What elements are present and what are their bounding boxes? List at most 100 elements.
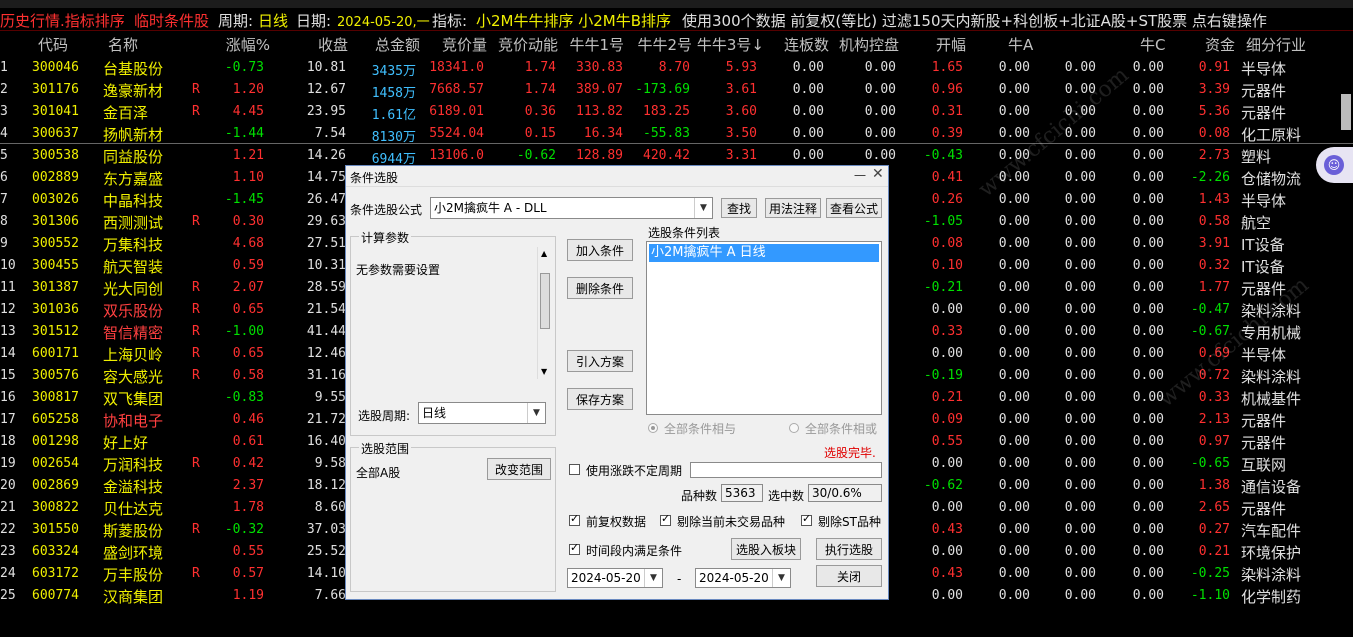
radio-or[interactable] (789, 423, 799, 433)
list-item[interactable]: 小2M擒疯牛 A 日线 (649, 244, 879, 262)
cell-na: 0.00 (998, 280, 1030, 295)
cell-na: 0.00 (998, 522, 1030, 537)
dialog-titlebar[interactable]: 条件选股 一 ✕ (346, 166, 888, 187)
cell-idx: 17 (0, 412, 16, 427)
column-header[interactable]: 细分行业 (1246, 34, 1316, 54)
column-header[interactable]: 开幅 (934, 34, 966, 54)
params-scroll-thumb[interactable] (540, 273, 550, 329)
column-header[interactable]: 资金 (1199, 34, 1235, 54)
save-plan-button[interactable]: 保存方案 (567, 388, 633, 410)
cell-ind: 元器件 (1241, 500, 1287, 518)
delete-condition-button[interactable]: 删除条件 (567, 277, 633, 299)
import-plan-button[interactable]: 引入方案 (567, 350, 633, 372)
date-to-picker[interactable]: 2024-05-20 ▼ (695, 568, 791, 588)
close-icon[interactable]: ✕ (872, 166, 884, 182)
column-header[interactable]: 连板数 (779, 34, 829, 54)
fq-checkbox[interactable] (569, 512, 580, 526)
cell-code: 300046 (32, 60, 79, 75)
use-range-checkbox[interactable] (569, 464, 580, 475)
time-range-label: 时间段内满足条件 (586, 544, 683, 558)
chevron-down-icon[interactable]: ▼ (541, 367, 547, 376)
chevron-down-icon[interactable]: ▼ (694, 198, 712, 218)
cell-name: 好上好 (103, 434, 149, 452)
column-header[interactable]: 牛C (1140, 34, 1165, 54)
cell-kf: 0.09 (931, 412, 963, 427)
to-block-button[interactable]: 选股入板块 (731, 538, 801, 560)
cell-jg: 0.00 (864, 82, 896, 97)
table-row[interactable]: 2 301176 逸豪新材 R 1.20 12.67 1458万 7668.57 1.74 389… (0, 79, 1353, 101)
condition-list[interactable]: 小2M擒疯牛 A 日线 (646, 241, 882, 415)
cell-kf: -1.05 (923, 214, 963, 229)
cell-nc: 0.00 (1132, 280, 1164, 295)
date-from-picker[interactable]: 2024-05-20 ▼ (567, 568, 663, 588)
table-row[interactable]: 5 300538 同益股份 1.21 14.26 6944万 13106.0 -0.62 128… (0, 145, 1353, 167)
minimize-icon[interactable]: 一 (854, 167, 866, 184)
column-header[interactable]: 牛牛2号 (636, 34, 692, 54)
find-button[interactable]: 查找 (721, 198, 757, 218)
cell-close: 28.59 (306, 280, 346, 295)
cell-idx: 20 (0, 478, 16, 493)
cell-fund: 3.91 (1198, 236, 1230, 251)
table-row[interactable]: 1 300046 台基股份 -0.73 10.81 3435万 18341.0 1.74 330… (0, 57, 1353, 79)
cell-bidvol: 7668.57 (429, 82, 484, 97)
usage-note-button[interactable]: 用法注释 (765, 198, 821, 218)
cell-idx: 8 (0, 214, 8, 229)
exclude-st-checkbox[interactable] (801, 512, 812, 526)
chevron-up-icon[interactable]: ▲ (541, 249, 547, 258)
period-select[interactable]: 日线 ▼ (418, 402, 546, 424)
exclude-no-trade-checkbox[interactable] (660, 512, 671, 526)
cell-jg: 0.00 (864, 126, 896, 141)
cell-nc: 0.00 (1132, 214, 1164, 229)
floating-assistant-widget[interactable]: ☺ (1316, 147, 1353, 183)
column-header[interactable]: 牛A (1008, 34, 1033, 54)
cell-kf: 0.08 (931, 236, 963, 251)
column-header[interactable]: 机构控盘 (833, 34, 899, 54)
column-header[interactable]: 代码 (38, 34, 78, 54)
cell-nc: 0.00 (1132, 346, 1164, 361)
range-period-input[interactable] (690, 462, 882, 478)
cell-chg: 0.61 (232, 434, 264, 449)
run-select-button[interactable]: 执行选股 (816, 538, 882, 560)
time-range-checkbox[interactable] (569, 541, 580, 555)
cell-bidmom: -0.62 (516, 148, 556, 163)
chevron-down-icon[interactable]: ▼ (644, 569, 662, 587)
cell-n1: 16.34 (583, 126, 623, 141)
cell-chg: -1.44 (224, 126, 264, 141)
cell-code: 605258 (32, 412, 79, 427)
scrollbar-thumb[interactable] (1341, 94, 1351, 130)
vertical-scrollbar[interactable] (1339, 32, 1353, 132)
column-header[interactable]: 名称 (108, 34, 148, 54)
date-value: 2024-05-20,一 (337, 15, 430, 30)
change-range-button[interactable]: 改变范围 (487, 458, 551, 480)
cell-close: 10.31 (306, 258, 346, 273)
cell-na: 0.00 (998, 434, 1030, 449)
formula-select[interactable]: 小2M擒疯牛 A - DLL ▼ (430, 197, 713, 219)
cell-nb: 0.00 (1064, 346, 1096, 361)
column-header[interactable]: 收盘 (312, 34, 348, 54)
cell-nb: 0.00 (1064, 258, 1096, 273)
column-header[interactable]: 竞价动能 (494, 34, 558, 54)
close-button[interactable]: 关闭 (816, 565, 882, 587)
column-header[interactable]: 牛牛1号 (568, 34, 624, 54)
column-header[interactable]: 总金额 (370, 34, 420, 54)
cell-close: 12.67 (306, 82, 346, 97)
cell-code: 301550 (32, 522, 79, 537)
table-row[interactable]: 3 301041 金百泽 R 4.45 23.95 1.61亿 6189.01 0.36 113.… (0, 101, 1353, 123)
cell-name: 智信精密 (103, 324, 164, 342)
chevron-down-icon[interactable]: ▼ (527, 403, 545, 423)
column-header[interactable]: 牛牛3号↓ (694, 34, 764, 54)
view-formula-button[interactable]: 查看公式 (826, 198, 882, 218)
add-condition-button[interactable]: 加入条件 (567, 239, 633, 261)
formula-value: 小2M擒疯牛 A - DLL (434, 201, 547, 215)
radio-and[interactable] (648, 423, 658, 433)
cell-nb: 0.00 (1064, 434, 1096, 449)
cell-kf: 0.00 (931, 302, 963, 317)
chevron-down-icon[interactable]: ▼ (772, 569, 790, 587)
table-row[interactable]: 4 300637 扬帆新材 -1.44 7.54 8130万 5524.04 0.15 16.3… (0, 123, 1353, 145)
cell-chg: 0.30 (232, 214, 264, 229)
column-header[interactable]: 涨幅% (218, 34, 270, 54)
column-header[interactable]: 竞价量 (437, 34, 487, 54)
count-label: 品种数 (681, 489, 718, 503)
params-scrollbar[interactable]: ▲ ▼ (537, 247, 552, 379)
cell-name: 金百泽 (103, 104, 149, 122)
